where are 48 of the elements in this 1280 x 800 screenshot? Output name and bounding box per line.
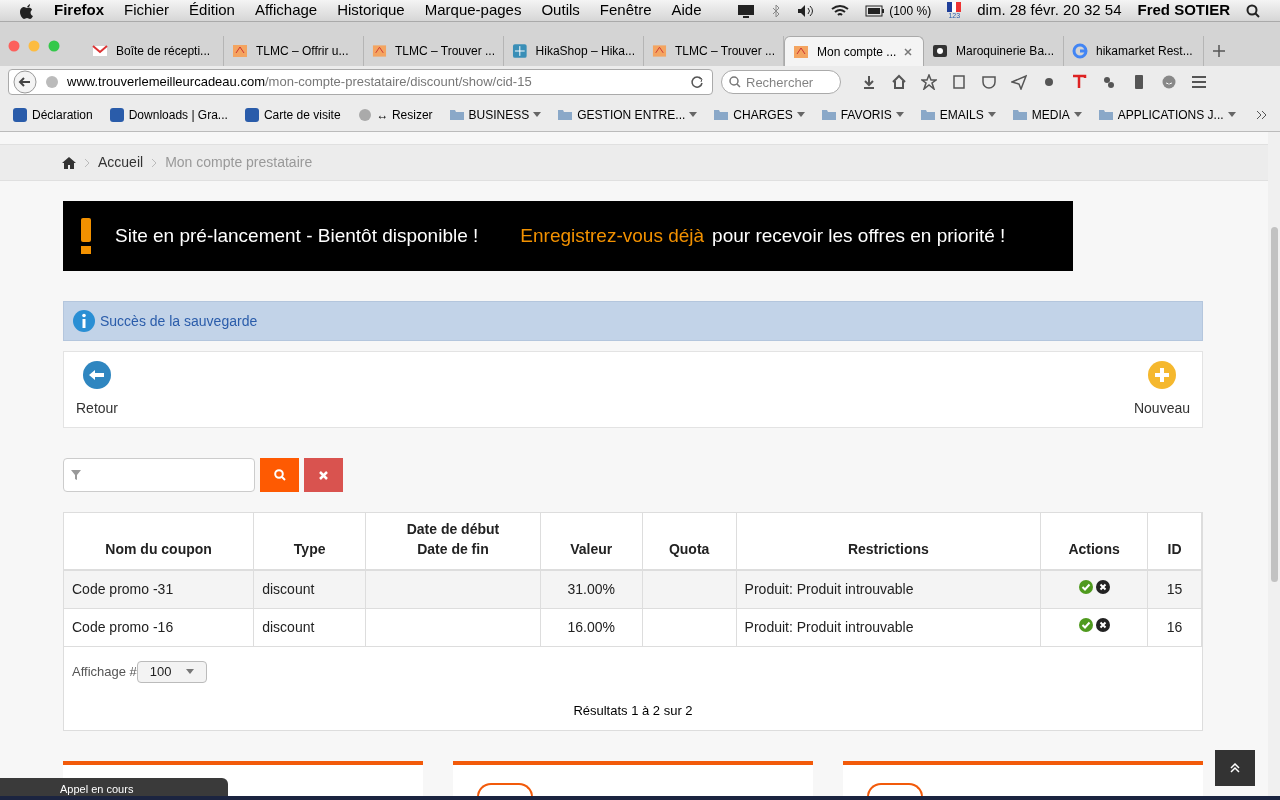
banner-text: Site en pré-lancement - Bientôt disponible ! (115, 223, 479, 248)
table-cell: Produit: Produit introuvable (736, 608, 1041, 646)
browser-tab[interactable]: Mon compte ... (784, 36, 924, 66)
register-link[interactable]: Enregistrez-vous déjà (520, 221, 705, 251)
menu-item[interactable]: Marque-pages (424, 0, 522, 22)
bookmark-item[interactable]: Carte de visite (243, 105, 341, 124)
bookmark-item[interactable]: Downloads | Gra... (108, 105, 228, 124)
menu-item[interactable]: Historique (337, 0, 405, 22)
address-bar[interactable]: www.trouverlemeilleurcadeau.com/mon-compte-prestataire/discount/show/cid-15 (8, 69, 713, 95)
menu-item[interactable]: Fichier (124, 0, 170, 22)
user-name[interactable]: Fred SOTIER (1137, 0, 1230, 22)
toolbar-button[interactable]: Retour (76, 352, 119, 427)
bookmark-item[interactable]: Déclaration (12, 105, 93, 124)
bookmark-item[interactable]: BUSINESS (448, 105, 542, 124)
clock: dim. 28 févr. 20 32 54 (977, 0, 1122, 21)
table-cell: discount (253, 570, 366, 608)
table-cell: 16 (1147, 608, 1202, 646)
url-text: www.trouverlemeilleurcadeau.com/mon-compte-prestataire/discount/show/cid-15 (67, 73, 532, 92)
search-field[interactable]: Rechercher (721, 70, 841, 95)
battery-level: (100 %) (889, 2, 932, 20)
table-cell: 15 (1147, 570, 1202, 608)
page-size-select[interactable]: 100 (136, 660, 207, 683)
table-cell: 16.00% (540, 608, 643, 646)
bookmark-item[interactable]: APPLICATIONS J... (1097, 105, 1236, 124)
table-cell: Code promo -31 (64, 570, 254, 608)
menu-item[interactable]: Fenêtre (599, 0, 652, 22)
table-cell: Code promo -16 (64, 608, 254, 646)
banner-text: pour recevoir les offres en priorité ! (712, 223, 1006, 248)
bookmark-item[interactable]: MEDIA (1011, 105, 1082, 124)
bookmark-item[interactable]: CHARGES (713, 105, 805, 124)
menu-item[interactable]: Édition (189, 0, 235, 22)
menu-item[interactable]: Affichage (254, 0, 318, 22)
app-menu[interactable]: Firefox (54, 0, 104, 22)
menu-item[interactable]: Outils (541, 0, 580, 22)
table-cell: 31.00% (540, 570, 643, 608)
table-cell: Produit: Produit introuvable (736, 570, 1041, 608)
results-text: Résultats 1 à 2 sur 2 (573, 702, 693, 718)
bookmark-item[interactable]: EMAILS (919, 105, 996, 124)
breadcrumb-item[interactable]: Accueil (98, 152, 144, 173)
pagination-label: Affichage # (72, 662, 137, 681)
bookmark-item[interactable]: ↔ Resizer (356, 105, 433, 124)
table-cell: discount (253, 608, 366, 646)
toolbar-button[interactable]: Nouveau (1133, 352, 1190, 427)
breadcrumb-item: Mon compte prestataire (165, 153, 313, 172)
menu-item[interactable]: Aide (671, 0, 702, 22)
bookmark-item[interactable]: FAVORIS (820, 105, 904, 124)
bookmark-item[interactable]: GESTION ENTRE... (557, 105, 698, 124)
success-message: Succès de la sauvegarde (100, 311, 258, 331)
